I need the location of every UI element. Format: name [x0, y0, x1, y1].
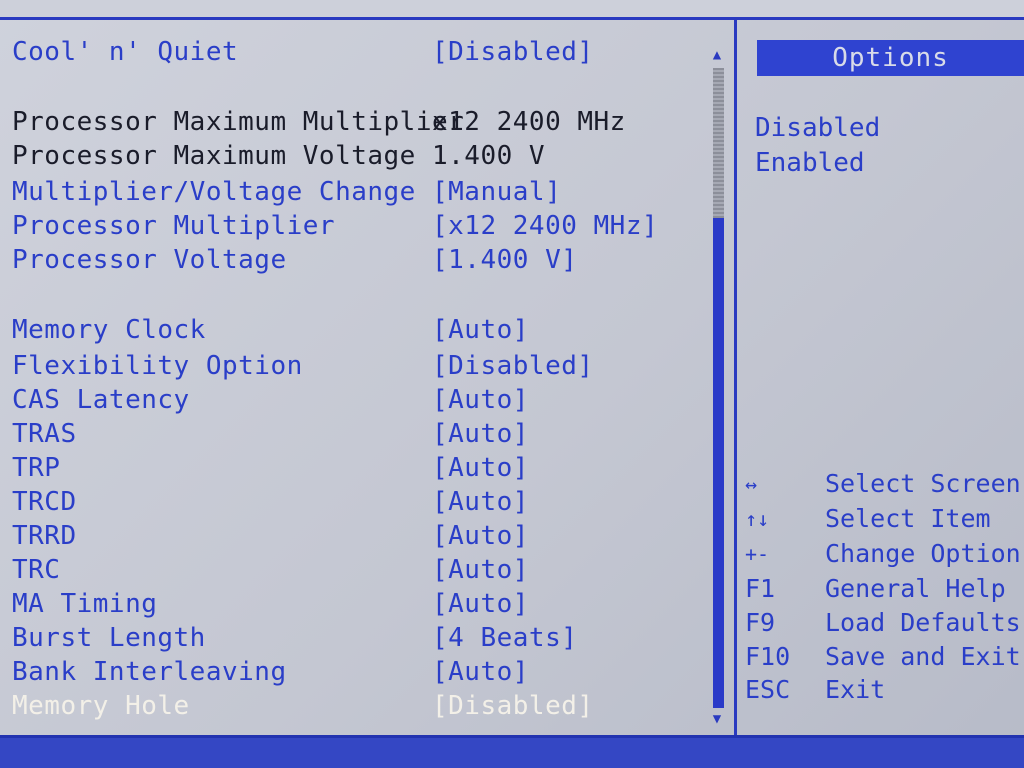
setting-row-processor-voltage[interactable]: Processor Voltage [1.400 V]	[0, 244, 712, 276]
setting-label: TRRD	[12, 521, 77, 551]
bios-screen: Cool' n' Quiet [Disabled] Processor Maxi…	[0, 0, 1024, 768]
scroll-up-arrow-icon[interactable]: ▲	[706, 48, 728, 62]
key-help-select-item: Select Item	[825, 504, 991, 533]
setting-value[interactable]: [Auto]	[432, 314, 529, 346]
setting-row-cool-n-quiet[interactable]: Cool' n' Quiet [Disabled]	[0, 36, 712, 68]
setting-row-ma-timing[interactable]: MA Timing [Auto]	[0, 588, 712, 620]
setting-value[interactable]: [Auto]	[432, 452, 529, 484]
setting-value[interactable]: [1.400 V]	[432, 244, 577, 276]
key-help-exit: Exit	[825, 675, 886, 704]
setting-row-trc[interactable]: TRC [Auto]	[0, 554, 712, 586]
setting-label: Memory Clock	[12, 315, 206, 345]
setting-value: 1.400 V	[432, 141, 546, 171]
setting-label: Burst Length	[12, 623, 206, 653]
setting-label: Processor Voltage	[12, 245, 287, 275]
help-panel: Options Disabled Enabled ↔ Select Screen…	[737, 20, 1024, 735]
setting-value[interactable]: [Manual]	[432, 176, 561, 208]
setting-value: x12 2400 MHz	[432, 107, 626, 137]
option-disabled[interactable]: Disabled	[755, 112, 880, 144]
setting-value[interactable]: [Auto]	[432, 554, 529, 586]
setting-label: TRAS	[12, 419, 77, 449]
settings-panel: Cool' n' Quiet [Disabled] Processor Maxi…	[0, 20, 712, 735]
setting-row-processor-multiplier[interactable]: Processor Multiplier [x12 2400 MHz]	[0, 210, 712, 242]
setting-value[interactable]: [Disabled]	[432, 36, 594, 68]
setting-label: Flexibility Option	[12, 351, 303, 381]
scroll-down-arrow-icon[interactable]: ▼	[706, 712, 728, 726]
scrollbar-thumb[interactable]	[713, 68, 724, 218]
top-frame	[0, 0, 1024, 20]
setting-value[interactable]: [Auto]	[432, 418, 529, 450]
setting-value[interactable]: [Auto]	[432, 384, 529, 416]
setting-label: CAS Latency	[12, 385, 190, 415]
setting-label: Processor Maximum Multiplier	[12, 107, 465, 137]
setting-value[interactable]: [4 Beats]	[432, 622, 577, 654]
left-right-arrow-key: ↔	[745, 472, 758, 496]
setting-value[interactable]: [Auto]	[432, 656, 529, 688]
setting-label: TRCD	[12, 487, 77, 517]
settings-scrollbar[interactable]: ▲ ▼	[706, 20, 728, 735]
options-title: Options	[757, 40, 1024, 76]
setting-row-cas-latency[interactable]: CAS Latency [Auto]	[0, 384, 712, 416]
setting-row-flexibility-option[interactable]: Flexibility Option [Disabled]	[0, 350, 712, 382]
f9-key: F9	[745, 608, 776, 637]
setting-value[interactable]: [Auto]	[432, 486, 529, 518]
setting-label: Processor Maximum Voltage	[12, 141, 416, 171]
setting-row-trrd[interactable]: TRRD [Auto]	[0, 520, 712, 552]
f1-key: F1	[745, 574, 776, 603]
setting-value[interactable]: [x12 2400 MHz]	[432, 210, 658, 242]
bottom-status-bar	[0, 735, 1024, 768]
setting-label: Multiplier/Voltage Change	[12, 177, 416, 207]
setting-value[interactable]: [Disabled]	[432, 690, 594, 722]
setting-label: TRC	[12, 555, 61, 585]
up-down-arrow-key: ↑↓	[745, 507, 770, 531]
key-help-general-help: General Help	[825, 574, 1006, 603]
setting-label: Bank Interleaving	[12, 657, 287, 687]
setting-row-processor-max-multiplier: Processor Maximum Multiplier x12 2400 MH…	[0, 106, 712, 138]
setting-row-tras[interactable]: TRAS [Auto]	[0, 418, 712, 450]
key-help-select-screen: Select Screen	[825, 469, 1021, 498]
setting-row-trp[interactable]: TRP [Auto]	[0, 452, 712, 484]
setting-label: Cool' n' Quiet	[12, 37, 239, 67]
setting-row-bank-interleaving[interactable]: Bank Interleaving [Auto]	[0, 656, 712, 688]
key-help-save-and-exit: Save and Exit	[825, 642, 1021, 671]
key-help-load-defaults: Load Defaults	[825, 608, 1021, 637]
setting-label: Processor Multiplier	[12, 211, 336, 241]
setting-label: TRP	[12, 453, 61, 483]
setting-value[interactable]: [Auto]	[432, 588, 529, 620]
setting-row-multiplier-voltage-change[interactable]: Multiplier/Voltage Change [Manual]	[0, 176, 712, 208]
key-help-change-option: Change Option	[825, 539, 1021, 568]
setting-value[interactable]: [Disabled]	[432, 350, 594, 382]
setting-row-memory-hole[interactable]: Memory Hole [Disabled]	[0, 690, 712, 722]
setting-label: Memory Hole	[12, 691, 190, 721]
setting-row-burst-length[interactable]: Burst Length [4 Beats]	[0, 622, 712, 654]
esc-key: ESC	[745, 675, 791, 704]
setting-value[interactable]: [Auto]	[432, 520, 529, 552]
setting-label: MA Timing	[12, 589, 158, 619]
f10-key: F10	[745, 642, 791, 671]
setting-row-memory-clock[interactable]: Memory Clock [Auto]	[0, 314, 712, 346]
setting-row-trcd[interactable]: TRCD [Auto]	[0, 486, 712, 518]
plus-minus-key: +-	[745, 542, 770, 566]
option-enabled[interactable]: Enabled	[755, 147, 865, 179]
setting-row-processor-max-voltage: Processor Maximum Voltage 1.400 V	[0, 140, 712, 172]
